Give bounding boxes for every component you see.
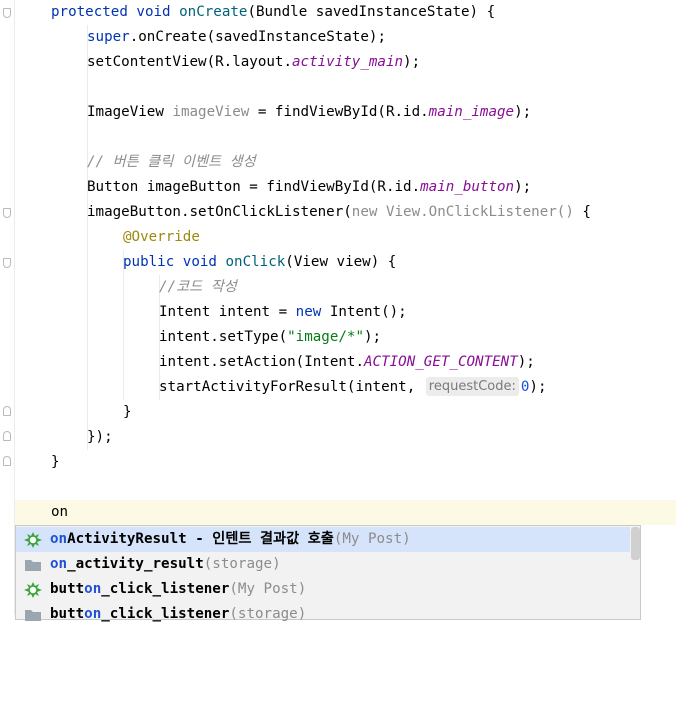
code-line: imageButton.setOnClickListener(new View.… [87, 204, 591, 220]
code-line: public void onClick(View view) { [123, 254, 397, 270]
fold-marker-icon[interactable] [3, 8, 11, 18]
code-line: protected void onCreate(Bundle savedInst… [51, 4, 496, 20]
code-line: } [51, 454, 60, 470]
completion-item[interactable]: onActivityResult - 인텐트 결과값 호출(My Post) [16, 527, 630, 552]
completion-item[interactable]: button_click_listener(My Post) [16, 577, 630, 602]
code-comment: //코드 작성 [159, 279, 237, 295]
fold-marker-icon[interactable] [3, 406, 11, 416]
code-comment: // 버튼 클릭 이벤트 생성 [87, 154, 256, 170]
completion-item[interactable]: on_activity_result(storage) [16, 552, 630, 577]
code-line: intent.setAction(Intent.ACTION_GET_CONTE… [159, 354, 535, 370]
fold-marker-icon[interactable] [3, 258, 11, 268]
indent-guide [87, 25, 88, 450]
code-line: startActivityForResult(intent, requestCo… [159, 377, 547, 396]
code-line: intent.setType("image/*"); [159, 329, 382, 345]
code-line: super.onCreate(savedInstanceState); [87, 29, 386, 45]
current-line-highlight [15, 500, 676, 525]
parameter-hint: requestCode: [425, 377, 519, 396]
fold-marker-icon[interactable] [3, 456, 11, 466]
fold-marker-icon[interactable] [3, 431, 11, 441]
live-template-icon [24, 582, 42, 598]
code-line: setContentView(R.layout.activity_main); [87, 54, 421, 70]
folder-icon [25, 610, 41, 621]
code-annotation: @Override [123, 229, 200, 245]
code-line: Button imageButton = findViewById(R.id.m… [87, 179, 532, 195]
fold-marker-icon[interactable] [3, 208, 11, 218]
live-template-icon [24, 532, 42, 548]
code-line: ImageView imageView = findViewById(R.id.… [87, 104, 532, 120]
completion-popup: onActivityResult - 인텐트 결과값 호출(My Post) o… [15, 525, 641, 622]
popup-scrollbar[interactable] [631, 527, 640, 560]
folder-icon [25, 560, 41, 571]
code-line: } [123, 404, 132, 420]
typed-text: on [51, 504, 69, 520]
editor-gutter [0, 0, 14, 615]
code-line: Intent intent = new Intent(); [159, 304, 407, 320]
code-line: }); [87, 429, 113, 445]
